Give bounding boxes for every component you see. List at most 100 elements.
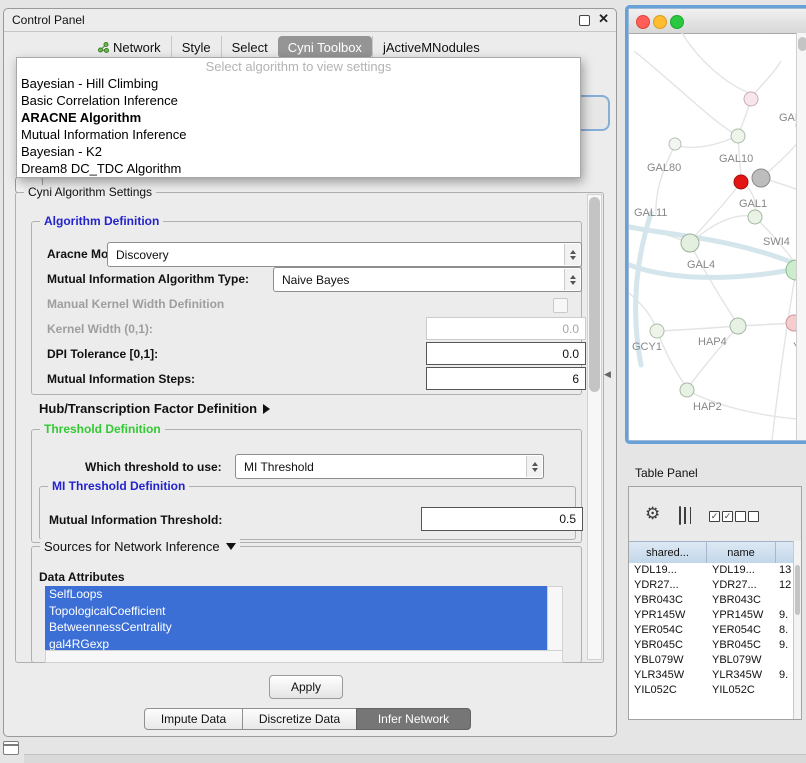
close-traffic-light-icon[interactable] (636, 15, 650, 29)
tab-infer-network[interactable]: Infer Network (356, 708, 471, 730)
combo-stepper-icon (564, 269, 580, 290)
node-label: GAL11 (634, 207, 667, 219)
zoom-traffic-light-icon[interactable] (670, 15, 684, 29)
apply-button[interactable]: Apply (269, 675, 343, 699)
close-icon[interactable]: ✕ (598, 11, 609, 27)
table-vscrollbar[interactable] (793, 541, 801, 719)
tab-style[interactable]: Style (171, 36, 221, 58)
network-vscrollbar[interactable] (796, 33, 806, 440)
attribute-list-hscrollbar[interactable] (45, 650, 563, 663)
top-tab-bar: Network Style Select Cyni Toolbox jActiv… (88, 36, 490, 58)
which-threshold-label: Which threshold to use: (85, 460, 222, 474)
tab-discretize-data[interactable]: Discretize Data (242, 708, 357, 730)
table-row[interactable]: YPR145W YPR145W 9. (629, 608, 793, 623)
tab-network[interactable]: Network (88, 36, 171, 58)
node-label: GAL (779, 112, 797, 124)
control-panel-titlebar: Control Panel ✕ (4, 9, 616, 32)
algorithm-dropdown-popup: Select algorithm to view settings Bayesi… (16, 57, 581, 178)
panel-collapse-arrow-icon[interactable]: ◀ (604, 369, 611, 380)
table-row[interactable]: YDL19... YDL19... 13 (629, 563, 793, 578)
manual-kernel-checkbox[interactable] (553, 298, 568, 313)
minimize-traffic-light-icon[interactable] (653, 15, 667, 29)
attribute-list-vscrollbar[interactable] (547, 586, 563, 654)
network-node[interactable] (752, 169, 770, 187)
table-body: YDL19... YDL19... 13 YDR27... YDR27... 1… (629, 563, 793, 719)
combo-stepper-icon (564, 244, 580, 265)
cyni-settings-title: Cyni Algorithm Settings (24, 185, 156, 199)
algorithm-definition-title: Algorithm Definition (40, 214, 163, 228)
network-node[interactable] (681, 234, 699, 252)
tab-cyni-toolbox[interactable]: Cyni Toolbox (278, 36, 372, 58)
table-row[interactable]: YLR345W YLR345W 9. (629, 668, 793, 683)
table-row[interactable]: YBR043C YBR043C (629, 593, 793, 608)
tab-select[interactable]: Select (221, 36, 278, 58)
node-label: HAP2 (693, 401, 722, 413)
mi-steps-field[interactable]: 6 (426, 367, 586, 390)
gear-icon[interactable]: ⚙ (645, 505, 660, 522)
network-node[interactable] (744, 92, 758, 106)
network-vscrollbar-thumb[interactable] (798, 37, 806, 51)
float-window-icon[interactable] (579, 15, 590, 26)
dropdown-item[interactable]: Dream8 DC_TDC Algorithm (17, 160, 580, 177)
node-label: GAL4 (687, 259, 715, 271)
table-panel-title: Table Panel (635, 466, 698, 480)
table-row[interactable]: YER054C YER054C 8. (629, 623, 793, 638)
dropdown-item[interactable]: Bayesian - Hill Climbing (17, 75, 580, 92)
network-node[interactable] (680, 383, 694, 397)
dpi-tolerance-label: DPI Tolerance [0,1]: (47, 347, 158, 361)
mi-threshold-group-title: MI Threshold Definition (48, 479, 189, 493)
table-vscrollbar-thumb[interactable] (795, 565, 800, 615)
deselect-all-checkboxes-icon[interactable] (735, 511, 759, 522)
column-header-name[interactable]: name (707, 542, 776, 563)
network-node[interactable] (669, 138, 681, 150)
network-node[interactable] (748, 210, 762, 224)
network-node[interactable] (734, 175, 748, 189)
control-panel-title: Control Panel (12, 13, 85, 27)
network-node[interactable] (650, 324, 664, 338)
table-row[interactable]: YDR27... YDR27... 12 (629, 578, 793, 593)
kernel-width-field[interactable]: 0.0 (426, 317, 586, 340)
threshold-definition-title: Threshold Definition (40, 422, 165, 436)
column-header-partial[interactable] (776, 542, 793, 563)
attribute-item[interactable]: SelfLoops (45, 586, 547, 603)
mi-threshold-label: Mutual Information Threshold: (49, 513, 222, 527)
node-label: HAP4 (698, 336, 727, 348)
expand-right-icon (263, 404, 270, 414)
node-label: GCY1 (632, 341, 662, 353)
aracne-mode-combo[interactable]: Discovery (107, 242, 582, 267)
attribute-item[interactable]: BetweennessCentrality (45, 619, 547, 636)
dpi-tolerance-field[interactable]: 0.0 (426, 342, 586, 365)
column-header-shared[interactable]: shared... (629, 542, 707, 563)
node-label: GAL80 (647, 162, 681, 174)
dropdown-item[interactable]: Mutual Information Inference (17, 126, 580, 143)
dropdown-item[interactable]: Bayesian - K2 (17, 143, 580, 160)
network-icon (98, 42, 109, 53)
select-all-checkboxes-icon[interactable] (709, 511, 733, 522)
which-threshold-combo[interactable]: MI Threshold (235, 454, 544, 479)
node-label: SWI4 (763, 236, 790, 248)
attribute-item[interactable]: TopologicalCoefficient (45, 603, 547, 620)
column-browser-icon[interactable] (679, 506, 681, 525)
control-panel-window: Control Panel ✕ Network Style Select Cyn… (3, 8, 617, 737)
network-node[interactable] (731, 129, 745, 143)
table-row[interactable]: YBL079W YBL079W (629, 653, 793, 668)
sources-group-title[interactable]: Sources for Network Inference (40, 539, 240, 554)
tab-jactivemnodules[interactable]: jActiveMNodules (372, 36, 490, 58)
network-canvas[interactable]: GAL GAL80 GAL10 GAL11 GAL1 SWI4 GAL4 GCY… (629, 33, 797, 440)
settings-scrollbar[interactable] (587, 194, 602, 660)
collapse-down-icon (226, 543, 236, 550)
dropdown-item-selected[interactable]: ARACNE Algorithm (17, 109, 580, 126)
mi-type-combo[interactable]: Naive Bayes (273, 267, 582, 292)
settings-scrollbar-thumb[interactable] (589, 197, 600, 392)
manual-kernel-label: Manual Kernel Width Definition (47, 297, 224, 311)
table-header: shared... name (629, 541, 793, 564)
hub-section-header[interactable]: Hub/Transcription Factor Definition (39, 401, 270, 416)
network-node[interactable] (730, 318, 746, 334)
minimized-panel-icon[interactable] (3, 741, 19, 755)
node-label: GAL10 (719, 153, 753, 165)
dropdown-item[interactable]: Basic Correlation Inference (17, 92, 580, 109)
mi-threshold-field[interactable]: 0.5 (421, 507, 583, 531)
tab-impute-data[interactable]: Impute Data (144, 708, 243, 730)
table-row[interactable]: YIL052C YIL052C (629, 683, 793, 698)
table-row[interactable]: YBR045C YBR045C 9. (629, 638, 793, 653)
